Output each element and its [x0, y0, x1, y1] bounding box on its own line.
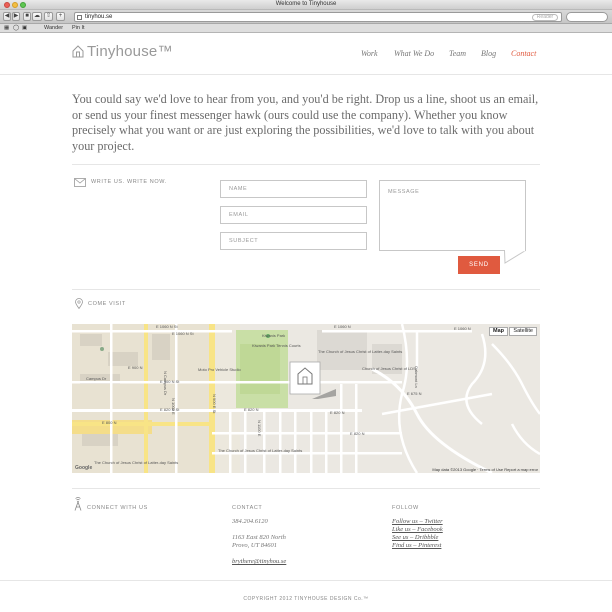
nav-work[interactable]: Work [361, 49, 378, 58]
city-address: Provo, UT 84601 [232, 542, 277, 549]
satellite-view-button[interactable]: Satellite [509, 327, 537, 336]
facebook-link[interactable]: Like us – Facebook [392, 526, 443, 533]
map-place-label: The Church of Jesus Christ of Latter-day… [94, 460, 178, 465]
footer-divider [0, 580, 612, 581]
speech-tail-icon [504, 250, 526, 264]
follow-heading: FOLLOW [392, 505, 419, 511]
antenna-icon [74, 497, 82, 511]
browser-toolbar: ◀ ▶ ■ ☁ ⇧ + tinyhou.se Reader [0, 10, 612, 24]
window-titlebar: Welcome to Tinyhouse [0, 0, 612, 10]
logo-text: Tinyhouse™ [87, 43, 173, 60]
send-button[interactable]: SEND [458, 256, 500, 274]
reader-button[interactable]: Reader [532, 14, 558, 21]
intro-paragraph: You could say we'd love to hear from you… [72, 92, 539, 153]
dribbble-link[interactable]: See us – Dribbble [392, 534, 438, 541]
bookmarks-grid-icon[interactable]: ▦ [4, 25, 9, 31]
new-tab-icon[interactable]: + [56, 12, 65, 21]
twitter-link[interactable]: Follow us – Twitter [392, 518, 443, 525]
reading-list-icon[interactable]: ■ [23, 12, 31, 21]
email-input[interactable] [220, 206, 367, 224]
map-street-label: E 800 N [102, 420, 117, 425]
map-view-button[interactable]: Map [489, 327, 508, 336]
map-street-label: E 1060 N [334, 324, 351, 329]
map-place-label: Kiwanis Park Tennis Courts [252, 343, 301, 348]
map-street-label: Campus Dr [86, 376, 107, 381]
house-logo-icon [72, 45, 84, 58]
map-street-label: N 1100 E [257, 420, 262, 437]
come-visit-label: COME VISIT [88, 301, 126, 307]
map-attribution[interactable]: Map data ©2013 Google · Terms of Use Rep… [432, 467, 538, 472]
address-text[interactable]: tinyhou.se [85, 14, 112, 20]
browser-search-field[interactable] [566, 12, 608, 22]
divider [72, 488, 540, 489]
map-canvas[interactable]: E 1060 N St E 1060 N St E 1060 N E 1060 … [72, 324, 540, 473]
window-title: Welcome to Tinyhouse [275, 1, 337, 7]
map-pin-icon [75, 298, 83, 309]
nav-what-we-do[interactable]: What We Do [394, 49, 434, 58]
email-link[interactable]: brythere@tinyhou.se [232, 558, 286, 565]
map-street-label: E 820 N [350, 431, 365, 436]
map-place-label: Kiwanis Park [262, 333, 285, 338]
site-header: Tinyhouse™ Work What We Do Team Blog Con… [0, 33, 612, 75]
map-street-label: E 820 N [330, 410, 345, 415]
map-street-label: E 900 N [128, 365, 143, 370]
bookmark-pin-it[interactable]: Pin It [72, 25, 85, 31]
message-textarea[interactable] [380, 181, 525, 250]
divider [72, 289, 540, 290]
bookmark-wander[interactable]: Wander [44, 25, 63, 31]
map-place-label: Moto Pro Vehicle Studio [198, 367, 241, 372]
map-street-label: E 1060 N St [172, 331, 194, 336]
divider [72, 164, 540, 165]
nav-blog[interactable]: Blog [481, 49, 496, 58]
envelope-icon [74, 178, 86, 187]
contact-heading: CONTACT [232, 505, 263, 511]
map-place-label: The Church of Jesus Christ of Latter-day… [218, 448, 302, 453]
n-campus-dr-road [144, 324, 148, 473]
top-sites-icon[interactable]: ▣ [22, 25, 27, 31]
map-street-label: E 675 N [407, 391, 422, 396]
nav-contact[interactable]: Contact [511, 49, 536, 58]
phone-number: 384.204.6120 [232, 518, 268, 525]
map-street-label: E 820 N [244, 407, 259, 412]
pinterest-link[interactable]: Find us – Pinterest [392, 542, 441, 549]
street-address: 1163 East 820 North [232, 534, 286, 541]
write-us-label: WRITE US. WRITE NOW. [91, 179, 167, 185]
map-street-label: N 900 E St [212, 394, 217, 414]
map-street-label: E 820 N St [160, 407, 180, 412]
bookmarks-bar: ▦ ◯ ▣ Wander Pin It [0, 24, 612, 33]
forward-button[interactable]: ▶ [12, 12, 20, 21]
map-street-label: N 1000 E [171, 398, 176, 415]
map-place-label: Church of Jesus Christ of LDS [362, 366, 416, 371]
location-map[interactable]: E 1060 N St E 1060 N St E 1060 N E 1060 … [72, 324, 540, 473]
map-place-label: The Church of Jesus Christ of Latter-day… [318, 349, 402, 354]
copyright-text: COPYRIGHT 2012 TINYHOUSE DESIGN Co.™ [243, 596, 369, 602]
address-bar[interactable]: tinyhou.se Reader [74, 12, 562, 22]
back-button[interactable]: ◀ [3, 12, 11, 21]
favicon-icon [77, 15, 82, 20]
map-street-label: Oakmont Ln [414, 366, 419, 388]
map-street-label: E 900 N St [160, 379, 180, 384]
google-logo[interactable]: Google [75, 465, 92, 471]
reading-list-bookmark-icon[interactable]: ◯ [13, 25, 19, 31]
location-marker[interactable] [289, 361, 321, 395]
map-street-label: E 1060 N [454, 326, 471, 331]
icloud-tabs-icon[interactable]: ☁ [32, 12, 42, 21]
subject-input[interactable] [220, 232, 367, 250]
connect-label: CONNECT WITH US [87, 505, 148, 511]
share-icon[interactable]: ⇧ [44, 12, 53, 21]
map-street-label: E 1060 N St [156, 324, 178, 329]
nav-team[interactable]: Team [449, 49, 466, 58]
name-input[interactable] [220, 180, 367, 198]
